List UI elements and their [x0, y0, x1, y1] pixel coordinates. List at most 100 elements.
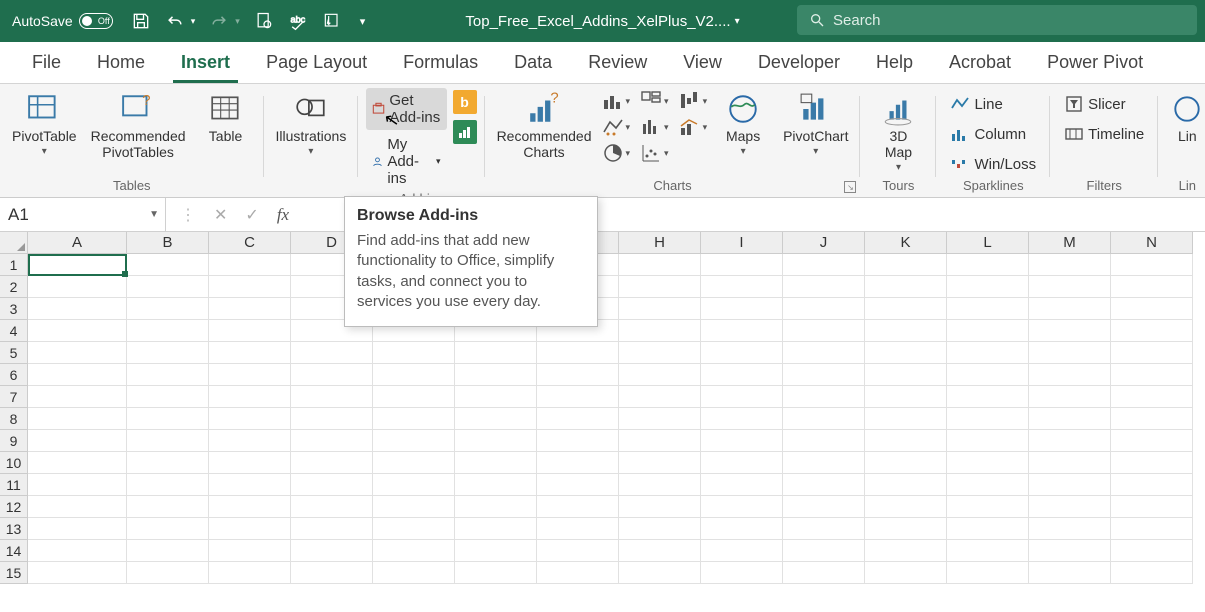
row-header[interactable]: 4	[0, 320, 28, 342]
cell[interactable]	[209, 518, 291, 540]
cell[interactable]	[291, 430, 373, 452]
column-header[interactable]: J	[783, 232, 865, 254]
cell[interactable]	[619, 386, 701, 408]
cell[interactable]	[619, 342, 701, 364]
cell[interactable]	[291, 474, 373, 496]
cell[interactable]	[947, 276, 1029, 298]
cell[interactable]	[783, 496, 865, 518]
undo-icon[interactable]	[165, 11, 185, 31]
cell[interactable]	[701, 496, 783, 518]
link-button[interactable]: Lin	[1166, 88, 1205, 144]
cell[interactable]	[619, 408, 701, 430]
fx-icon[interactable]: fx	[277, 205, 289, 225]
cell[interactable]	[865, 364, 947, 386]
cell[interactable]	[28, 342, 127, 364]
row-header[interactable]: 15	[0, 562, 28, 584]
cell[interactable]	[1111, 276, 1193, 298]
column-header[interactable]: I	[701, 232, 783, 254]
cell[interactable]	[209, 430, 291, 452]
row-header[interactable]: 7	[0, 386, 28, 408]
cell[interactable]	[291, 364, 373, 386]
maps-button[interactable]: Maps ▾	[713, 88, 773, 157]
cell[interactable]	[947, 386, 1029, 408]
column-header[interactable]: H	[619, 232, 701, 254]
combo-chart-button[interactable]: ▾	[679, 116, 708, 138]
cell[interactable]	[865, 386, 947, 408]
cell[interactable]	[701, 254, 783, 276]
cell[interactable]	[455, 386, 537, 408]
cell[interactable]	[127, 320, 209, 342]
cell[interactable]	[209, 254, 291, 276]
cell[interactable]	[455, 430, 537, 452]
cell[interactable]	[783, 342, 865, 364]
cell[interactable]	[28, 254, 127, 276]
3d-map-button[interactable]: 3D Map ▾	[868, 88, 928, 173]
cell[interactable]	[28, 496, 127, 518]
cell[interactable]	[783, 298, 865, 320]
cell[interactable]	[537, 408, 619, 430]
cell[interactable]	[127, 342, 209, 364]
cell[interactable]	[619, 364, 701, 386]
title-dropdown-icon[interactable]: ▾	[735, 16, 740, 27]
cell[interactable]	[701, 562, 783, 584]
row-header[interactable]: 1	[0, 254, 28, 276]
people-graph-icon[interactable]	[453, 120, 477, 144]
cell[interactable]	[947, 562, 1029, 584]
cell[interactable]	[209, 364, 291, 386]
print-preview-icon[interactable]	[254, 11, 274, 31]
cell[interactable]	[865, 430, 947, 452]
column-header[interactable]: C	[209, 232, 291, 254]
cell[interactable]	[1111, 474, 1193, 496]
line-chart-button[interactable]: ▾	[602, 116, 631, 138]
cell[interactable]	[373, 452, 455, 474]
sparkline-winloss-button[interactable]: Win/Loss	[944, 150, 1042, 178]
cell[interactable]	[1029, 562, 1111, 584]
column-chart-button[interactable]: ▾	[602, 90, 631, 112]
cell[interactable]	[783, 276, 865, 298]
cell[interactable]	[537, 540, 619, 562]
cell[interactable]	[1029, 496, 1111, 518]
cell[interactable]	[455, 408, 537, 430]
cell[interactable]	[619, 474, 701, 496]
cell[interactable]	[947, 430, 1029, 452]
cell[interactable]	[373, 408, 455, 430]
cell[interactable]	[455, 452, 537, 474]
search-box[interactable]	[797, 5, 1197, 35]
recommended-pivottables-button[interactable]: ? Recommended PivotTables	[87, 88, 190, 160]
cell[interactable]	[1111, 496, 1193, 518]
qat-customize-icon[interactable]: ▾	[356, 15, 370, 28]
cell[interactable]	[865, 562, 947, 584]
cell[interactable]	[209, 342, 291, 364]
recommended-charts-button[interactable]: ? Recommended Charts	[493, 88, 596, 160]
cell[interactable]	[865, 540, 947, 562]
cell[interactable]	[1029, 540, 1111, 562]
toggle-switch[interactable]: Off	[79, 13, 113, 29]
get-addins-button[interactable]: Get Add-ins	[366, 88, 446, 130]
tab-review[interactable]: Review	[570, 42, 665, 83]
sort-icon[interactable]	[322, 11, 342, 31]
cell[interactable]	[455, 518, 537, 540]
cell[interactable]	[619, 430, 701, 452]
cell[interactable]	[947, 474, 1029, 496]
cell[interactable]	[619, 540, 701, 562]
pivotchart-button[interactable]: PivotChart ▾	[779, 88, 852, 157]
cell[interactable]	[373, 518, 455, 540]
cell[interactable]	[783, 562, 865, 584]
cell[interactable]	[865, 408, 947, 430]
illustrations-button[interactable]: Illustrations ▾	[272, 88, 351, 157]
cell[interactable]	[28, 540, 127, 562]
cell[interactable]	[537, 364, 619, 386]
cell[interactable]	[1111, 430, 1193, 452]
cell[interactable]	[1029, 276, 1111, 298]
cell[interactable]	[619, 496, 701, 518]
cell[interactable]	[373, 342, 455, 364]
cell[interactable]	[537, 386, 619, 408]
cell[interactable]	[701, 408, 783, 430]
waterfall-chart-button[interactable]: ▾	[679, 90, 708, 112]
cell[interactable]	[865, 474, 947, 496]
tab-power-pivot[interactable]: Power Pivot	[1029, 42, 1161, 83]
cell[interactable]	[127, 408, 209, 430]
row-header[interactable]: 14	[0, 540, 28, 562]
cell[interactable]	[1111, 342, 1193, 364]
cell[interactable]	[291, 562, 373, 584]
